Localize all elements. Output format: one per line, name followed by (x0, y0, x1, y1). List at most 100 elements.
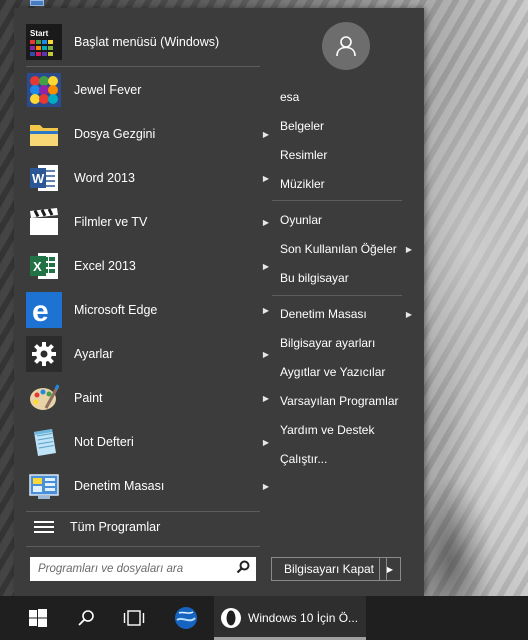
folder-icon (26, 116, 62, 152)
chevron-right-icon: ▶ (386, 564, 394, 574)
right-item-recent-items[interactable]: Son Kullanılan Öğeler ▶ (280, 239, 420, 259)
task-view-button[interactable] (112, 596, 156, 640)
taskbar-pinned-app[interactable] (164, 596, 208, 640)
program-word[interactable]: W Word 2013 ▶ (26, 158, 272, 198)
separator (26, 511, 260, 512)
program-label: Denetim Masası (74, 479, 165, 493)
gear-icon (26, 336, 62, 372)
shutdown-label: Bilgisayarı Kapat (283, 562, 375, 576)
separator (272, 200, 402, 201)
submenu-arrow-icon: ▶ (262, 217, 270, 227)
start-menu: Start Başlat menüsü (Windows) Jewel Feve… (14, 8, 424, 596)
right-item-music[interactable]: Müzikler (280, 174, 420, 194)
control-panel-icon (26, 468, 62, 504)
right-item-label: Çalıştır... (280, 452, 328, 466)
search-icon[interactable] (236, 560, 250, 579)
program-notepad[interactable]: Not Defteri ▶ (26, 422, 272, 462)
submenu-arrow-icon: ▶ (405, 244, 412, 254)
edge-icon: e (26, 292, 62, 328)
taskbar-search-button[interactable] (66, 596, 106, 640)
right-item-label: Resimler (280, 148, 328, 162)
right-item-devices-printers[interactable]: Aygıtlar ve Yazıcılar (280, 362, 420, 382)
film-clapper-icon (26, 204, 62, 240)
program-edge[interactable]: e Microsoft Edge ▶ (26, 290, 272, 330)
windows-logo-icon (29, 609, 47, 627)
desktop-icon-partial[interactable] (30, 0, 44, 6)
opera-icon (221, 608, 241, 628)
start-menu-programs-column: Start Başlat menüsü (Windows) Jewel Feve… (14, 8, 272, 596)
program-file-explorer[interactable]: Dosya Gezgini ▶ (26, 114, 272, 154)
submenu-arrow-icon: ▶ (262, 261, 270, 271)
all-programs-button[interactable]: Tüm Programlar (26, 514, 260, 540)
submenu-arrow-icon: ▶ (262, 481, 270, 491)
word-icon: W (26, 160, 62, 196)
program-label: Not Defteri (74, 435, 134, 449)
task-view-icon (123, 610, 145, 626)
submenu-arrow-icon: ▶ (262, 437, 270, 447)
search-icon (78, 610, 94, 626)
program-settings[interactable]: Ayarlar ▶ (26, 334, 272, 374)
word-letter: W (32, 171, 45, 186)
right-item-label: Bu bilgisayar (280, 271, 349, 285)
separator (26, 66, 260, 67)
right-item-user[interactable]: esa (280, 87, 420, 107)
start-icon-text: Start (30, 29, 49, 38)
paint-palette-icon (26, 380, 62, 416)
right-item-label: Aygıtlar ve Yazıcılar (280, 365, 386, 379)
user-avatar[interactable] (322, 22, 370, 70)
right-item-label: Son Kullanılan Öğeler (280, 242, 397, 256)
program-jewel-fever[interactable]: Jewel Fever (26, 70, 272, 110)
right-item-label: Denetim Masası (280, 307, 367, 321)
edge-letter: e (32, 295, 49, 328)
program-label: Başlat menüsü (Windows) (74, 35, 220, 49)
search-box[interactable] (30, 557, 256, 581)
start-button[interactable] (16, 596, 60, 640)
right-item-label: Bilgisayar ayarları (280, 336, 376, 350)
right-item-pc-settings[interactable]: Bilgisayar ayarları (280, 333, 420, 353)
excel-letter: X (33, 259, 42, 274)
excel-icon: X (26, 248, 62, 284)
submenu-arrow-icon: ▶ (405, 309, 412, 319)
program-label: Excel 2013 (74, 259, 136, 273)
list-icon (34, 521, 54, 533)
right-item-help-support[interactable]: Yardım ve Destek (280, 420, 420, 440)
taskbar-app-label: Windows 10 İçin Ö... (248, 611, 359, 625)
program-label: Jewel Fever (74, 83, 142, 97)
right-item-label: Varsayılan Programlar (280, 394, 399, 408)
submenu-arrow-icon: ▶ (262, 349, 270, 359)
right-item-default-programs[interactable]: Varsayılan Programlar (280, 391, 420, 411)
right-item-run[interactable]: Çalıştır... (280, 449, 420, 469)
submenu-arrow-icon: ▶ (262, 173, 270, 183)
shutdown-button[interactable]: Bilgisayarı Kapat (271, 557, 387, 581)
submenu-arrow-icon: ▶ (262, 305, 270, 315)
program-label: Microsoft Edge (74, 303, 158, 317)
program-paint[interactable]: Paint ▶ (26, 378, 272, 418)
program-label: Paint (74, 391, 103, 405)
taskbar: Windows 10 İçin Ö... (0, 596, 528, 640)
search-input[interactable] (38, 563, 236, 575)
taskbar-active-app[interactable]: Windows 10 İçin Ö... (214, 596, 366, 640)
right-item-pictures[interactable]: Resimler (280, 145, 420, 165)
right-item-this-pc[interactable]: Bu bilgisayar (280, 268, 420, 288)
program-start-menu[interactable]: Start Başlat menüsü (Windows) (26, 22, 272, 62)
program-label: Dosya Gezgini (74, 127, 156, 141)
jewel-fever-icon (26, 72, 62, 108)
right-item-label: Yardım ve Destek (280, 423, 375, 437)
shutdown-options-button[interactable]: ▶ (379, 557, 401, 581)
program-label: Word 2013 (74, 171, 135, 185)
right-item-games[interactable]: Oyunlar (280, 210, 420, 230)
globe-app-icon (175, 607, 197, 629)
separator (272, 295, 402, 296)
program-excel[interactable]: X Excel 2013 ▶ (26, 246, 272, 286)
right-item-documents[interactable]: Belgeler (280, 116, 420, 136)
right-item-label: esa (280, 90, 300, 104)
all-programs-label: Tüm Programlar (70, 520, 161, 534)
user-icon (336, 36, 356, 57)
submenu-arrow-icon: ▶ (262, 393, 270, 403)
program-movies-tv[interactable]: Filmler ve TV ▶ (26, 202, 272, 242)
program-control-panel[interactable]: Denetim Masası ▶ (26, 466, 272, 506)
right-item-label: Belgeler (280, 119, 325, 133)
program-label: Ayarlar (74, 347, 114, 361)
right-item-control-panel[interactable]: Denetim Masası ▶ (280, 304, 420, 324)
start-menu-tiles-icon: Start (26, 24, 62, 60)
